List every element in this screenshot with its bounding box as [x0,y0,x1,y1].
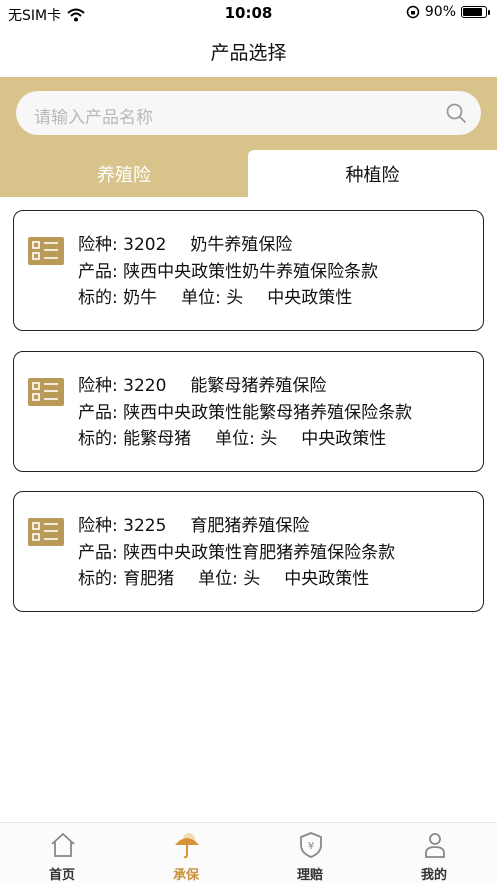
tab-breeding-insurance[interactable]: 养殖险 [0,150,248,197]
product-name: 能繁母猪养殖保险 [190,376,327,396]
tabbar-item-claims[interactable]: ¥ 理赔 [248,823,372,883]
status-right: 90% [406,4,490,20]
product-name: 奶牛养殖保险 [190,235,293,255]
tabbar-label: 承保 [172,868,199,883]
tabbar-item-home[interactable]: 首页 [0,823,124,883]
product-terms: 产品: 陕西中央政策性奶牛养殖保险条款 [78,261,379,282]
search-input[interactable]: 请输入产品名称 [16,91,481,135]
product-info: 险种: 3202 奶牛养殖保险 产品: 陕西中央政策性奶牛养殖保险条款 标的: 奶… [78,232,378,312]
product-code-line: 险种: 3202 奶牛养殖保险 [78,232,378,259]
product-info: 险种: 3225 育肥猪养殖保险 产品: 陕西中央政策性育肥猪养殖保险条款 标的:… [78,513,395,593]
product-policy-type: 中央政策性 [301,429,387,449]
product-list-icon [28,378,64,406]
tabbar-label: 理赔 [296,868,323,883]
bottom-tab-bar: 首页 承保 ¥ 理赔 我的 [0,822,497,883]
product-card[interactable]: 险种: 3225 育肥猪养殖保险 产品: 陕西中央政策性育肥猪养殖保险条款 标的:… [13,491,484,612]
tabbar-item-underwriting[interactable]: 承保 [124,823,248,883]
product-subject: 标的: 育肥猪 [78,569,175,589]
product-code-line: 险种: 3220 能繁母猪养殖保险 [78,373,412,400]
shield-yen-icon: ¥ [300,832,322,858]
tabbar-label: 我的 [420,868,447,883]
product-list-icon [28,237,64,265]
battery-fill [463,8,482,16]
tabbar-label: 首页 [48,868,75,883]
orientation-lock-icon [406,5,420,19]
umbrella-icon [175,833,199,859]
product-list-icon [28,518,64,546]
product-unit: 单位: 头 [181,288,244,308]
product-subject: 标的: 奶牛 [78,288,158,308]
product-policy-type: 中央政策性 [267,288,353,308]
tabbar-item-profile[interactable]: 我的 [372,823,496,883]
status-bar: 无SIM卡 10:08 90% [0,0,497,28]
product-name: 育肥猪养殖保险 [190,516,310,536]
product-card[interactable]: 险种: 3202 奶牛养殖保险 产品: 陕西中央政策性奶牛养殖保险条款 标的: 奶… [13,210,484,331]
page-title: 产品选择 [210,42,287,64]
product-code: 险种: 3220 [78,376,167,396]
user-icon [425,833,445,858]
product-unit: 单位: 头 [198,569,261,589]
product-code: 险种: 3225 [78,516,167,536]
product-card[interactable]: 险种: 3220 能繁母猪养殖保险 产品: 陕西中央政策性能繁母猪养殖保险条款 标… [13,351,484,472]
search-placeholder: 请输入产品名称 [34,108,153,128]
product-subject-line: 标的: 能繁母猪 单位: 头 中央政策性 [78,426,412,453]
product-subject: 标的: 能繁母猪 [78,429,192,449]
product-terms: 产品: 陕西中央政策性能繁母猪养殖保险条款 [78,402,413,423]
product-policy-type: 中央政策性 [284,569,370,589]
svg-text:¥: ¥ [308,841,314,852]
search-icon[interactable] [445,102,467,124]
product-info: 险种: 3220 能繁母猪养殖保险 产品: 陕西中央政策性能繁母猪养殖保险条款 标… [78,373,412,453]
product-unit: 单位: 头 [215,429,278,449]
product-subject-line: 标的: 奶牛 单位: 头 中央政策性 [78,285,378,312]
product-subject-line: 标的: 育肥猪 单位: 头 中央政策性 [78,566,395,593]
battery-percent: 90% [424,4,456,20]
tab-planting-insurance[interactable]: 种植险 [248,150,497,197]
battery-icon [461,6,490,18]
product-terms: 产品: 陕西中央政策性育肥猪养殖保险条款 [78,542,396,563]
home-icon [51,833,75,857]
product-code-line: 险种: 3225 育肥猪养殖保险 [78,513,395,540]
product-code: 险种: 3202 [78,235,167,255]
